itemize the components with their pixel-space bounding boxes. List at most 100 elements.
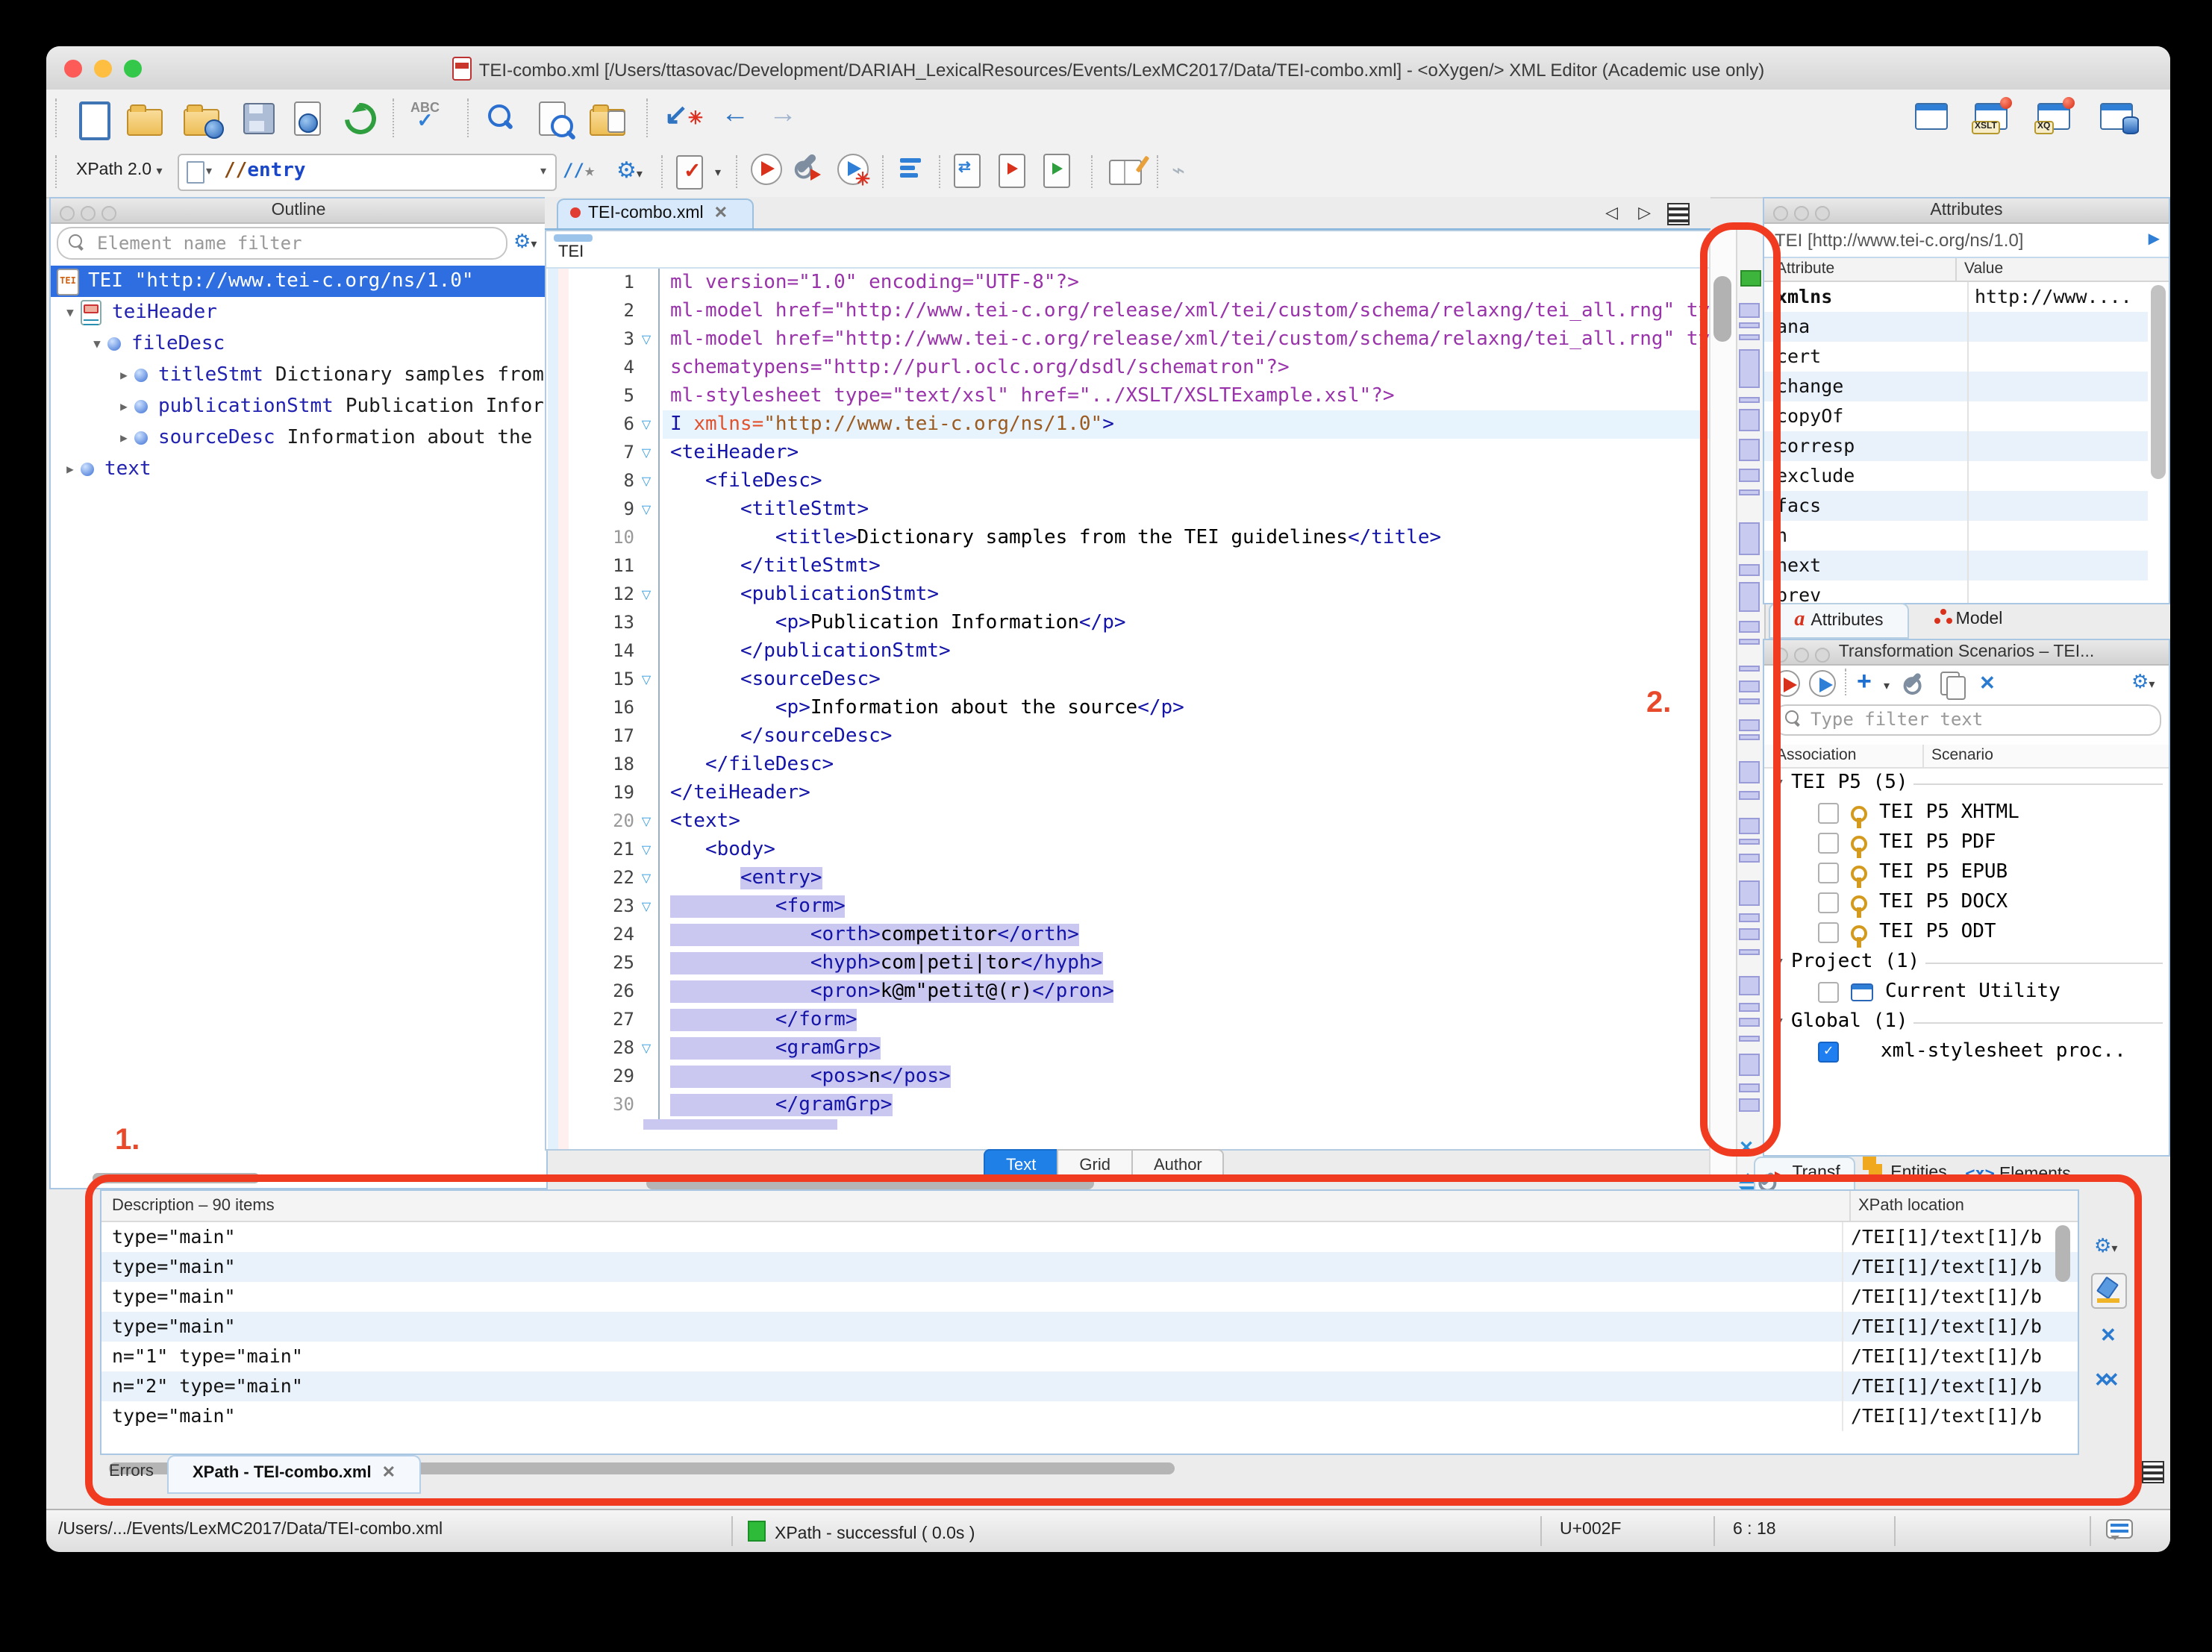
xpath-settings-button[interactable]: ⚙▾ [616, 157, 643, 184]
highlight-mark[interactable] [1739, 913, 1760, 922]
code-line[interactable]: 19</teiHeader> [569, 779, 1710, 807]
feedback-icon[interactable] [2106, 1519, 2133, 1539]
scenario-item[interactable]: TEI P5 ODT [1764, 918, 2169, 948]
attributes-vscrollbar[interactable] [2151, 285, 2166, 479]
find-resource-button[interactable] [590, 101, 625, 136]
code-line[interactable]: 30 </gramGrp> [569, 1091, 1710, 1119]
reload-button[interactable] [345, 103, 376, 134]
breadcrumb-tei[interactable]: TEI [558, 243, 584, 261]
scenario-item[interactable]: TEI P5 EPUB [1764, 858, 2169, 888]
scenario-checkbox[interactable] [1818, 833, 1839, 854]
highlight-results-button[interactable] [2091, 1273, 2127, 1309]
code-line[interactable]: 25 <hyph>com|peti|tor</hyph> [569, 949, 1710, 977]
close-all-results-button[interactable]: ✕✕ [2094, 1368, 2119, 1392]
close-tab-icon[interactable]: ✕ [714, 204, 728, 222]
scenario-group[interactable]: ▼Project (1) [1764, 948, 2169, 977]
highlight-mark[interactable] [1739, 719, 1760, 731]
fold-toggle-icon[interactable]: ▽ [634, 807, 658, 836]
highlight-mark[interactable] [1739, 397, 1760, 403]
debug-scenario-button[interactable] [1809, 670, 1836, 697]
database-perspective-button[interactable] [2100, 103, 2133, 130]
code-line[interactable]: 16 <p>Information about the source</p> [569, 694, 1710, 722]
attribute-row[interactable]: xmlnshttp://www.... [1764, 282, 2148, 312]
scenario-item[interactable]: TEI P5 XHTML [1764, 798, 2169, 828]
result-row[interactable]: type="main"/TEI[1]/text[1]/b [101, 1282, 2078, 1312]
attribute-row[interactable]: exclude [1764, 461, 2148, 491]
next-tab-icon[interactable]: ▷ [1638, 203, 1651, 222]
highlight-mark[interactable] [1739, 666, 1760, 672]
highlight-mark[interactable] [1739, 322, 1760, 328]
attribute-row[interactable]: n [1764, 521, 2148, 551]
attribute-row[interactable]: cert [1764, 342, 2148, 372]
result-row[interactable]: type="main"/TEI[1]/text[1]/b [101, 1222, 2078, 1252]
highlight-mark[interactable] [1739, 1054, 1760, 1076]
apply-transformation-button[interactable] [751, 154, 782, 185]
find-replace-button[interactable] [488, 104, 510, 127]
highlight-mark[interactable] [1739, 409, 1760, 431]
result-row[interactable]: type="main"/TEI[1]/text[1]/b [101, 1252, 2078, 1282]
attribute-value[interactable] [1967, 521, 2148, 551]
code-line[interactable]: 23▽ <form> [569, 892, 1710, 921]
expander-icon[interactable]: ▶ [60, 454, 81, 485]
close-tab-icon[interactable]: ✕ [382, 1464, 396, 1482]
highlight-mark[interactable] [1739, 1098, 1760, 1112]
scenario-item[interactable]: TEI P5 DOCX [1764, 888, 2169, 918]
association-column-header[interactable]: Association [1776, 746, 1856, 764]
attribute-value[interactable] [1967, 461, 2148, 491]
attribute-value[interactable] [1967, 342, 2148, 372]
bottom-panel-list-icon[interactable] [2142, 1461, 2164, 1483]
editor-pane[interactable]: TEI 1ml version="1.0" encoding="UTF-8"?>… [545, 230, 1710, 1151]
debug-transformation-button[interactable]: ✳ [837, 154, 869, 185]
fold-toggle-icon[interactable]: ▽ [634, 1034, 658, 1063]
code-line[interactable]: 17 </sourceDesc> [569, 722, 1710, 751]
attribute-row[interactable]: facs [1764, 491, 2148, 521]
tab-xpath-results[interactable]: XPath - TEI-combo.xml✕ [167, 1455, 421, 1494]
find-in-files-button[interactable] [539, 101, 566, 136]
xslt-input-button[interactable] [999, 154, 1025, 188]
fold-toggle-icon[interactable]: ▽ [634, 325, 658, 354]
scenario-item[interactable]: Current Utility [1764, 977, 2169, 1007]
results-vscrollbar[interactable] [2055, 1225, 2070, 1282]
duplicate-scenario-button[interactable] [1940, 672, 1960, 695]
code-line[interactable]: 18 </fileDesc> [569, 751, 1710, 779]
scenario-checkbox[interactable] [1818, 863, 1839, 883]
expand-node-icon[interactable]: ▶ [2149, 224, 2160, 257]
attribute-row[interactable]: corresp [1764, 431, 2148, 461]
code-line[interactable]: 29 <pos>n</pos> [569, 1063, 1710, 1091]
highlight-mark[interactable] [1739, 564, 1760, 576]
code-line[interactable]: 8▽ <fileDesc> [569, 467, 1710, 495]
expander-icon[interactable]: ▼ [1770, 769, 1788, 798]
scenario-item[interactable]: ✓xml-stylesheet proc.. [1764, 1037, 2169, 1067]
highlight-mark[interactable] [1739, 818, 1760, 834]
expander-icon[interactable]: ▼ [60, 297, 81, 328]
code-line[interactable]: 11 </titleStmt> [569, 552, 1710, 581]
code-line[interactable]: 9▽ <titleStmt> [569, 495, 1710, 524]
highlight-mark[interactable] [1739, 1036, 1760, 1042]
expander-icon[interactable]: ▼ [87, 328, 107, 360]
highlight-mark[interactable] [1739, 976, 1760, 995]
view-grid-button[interactable]: Grid [1057, 1149, 1133, 1182]
validate-dropdown[interactable]: ▾ [715, 166, 721, 179]
highlight-mark[interactable] [1739, 949, 1760, 955]
scenario-group[interactable]: ▼TEI P5 (5) [1764, 769, 2169, 798]
fold-toggle-icon[interactable]: ▽ [634, 439, 658, 467]
xpath-version-dropdown[interactable]: XPath 2.0 ▾ [76, 161, 162, 179]
highlight-mark[interactable] [1739, 1083, 1760, 1092]
outline-item-tei[interactable]: TEITEI "http://www.tei-c.org/ns/1.0" [51, 266, 546, 297]
clear-highlights-icon[interactable]: ✕ [1739, 1137, 1754, 1158]
attribute-value[interactable] [1967, 312, 2148, 342]
fold-toggle-icon[interactable]: ▽ [634, 467, 658, 495]
validate-button[interactable]: ✓ [676, 155, 703, 190]
attribute-value[interactable] [1967, 431, 2148, 461]
attribute-value[interactable] [1967, 401, 2148, 431]
highlight-mark[interactable] [1739, 639, 1760, 645]
attribute-row[interactable]: ana [1764, 312, 2148, 342]
highlight-mark[interactable] [1739, 734, 1760, 740]
editor-vscrollbar-track[interactable] [1709, 230, 1737, 1182]
result-row[interactable]: type="main"/TEI[1]/text[1]/b [101, 1401, 2078, 1431]
expander-icon[interactable]: ▶ [113, 360, 134, 391]
prev-tab-icon[interactable]: ◁ [1605, 203, 1618, 222]
expander-icon[interactable]: ▶ [113, 391, 134, 422]
highlight-mark[interactable] [1739, 1018, 1760, 1027]
editor-vscrollbar-thumb[interactable] [1713, 276, 1731, 342]
